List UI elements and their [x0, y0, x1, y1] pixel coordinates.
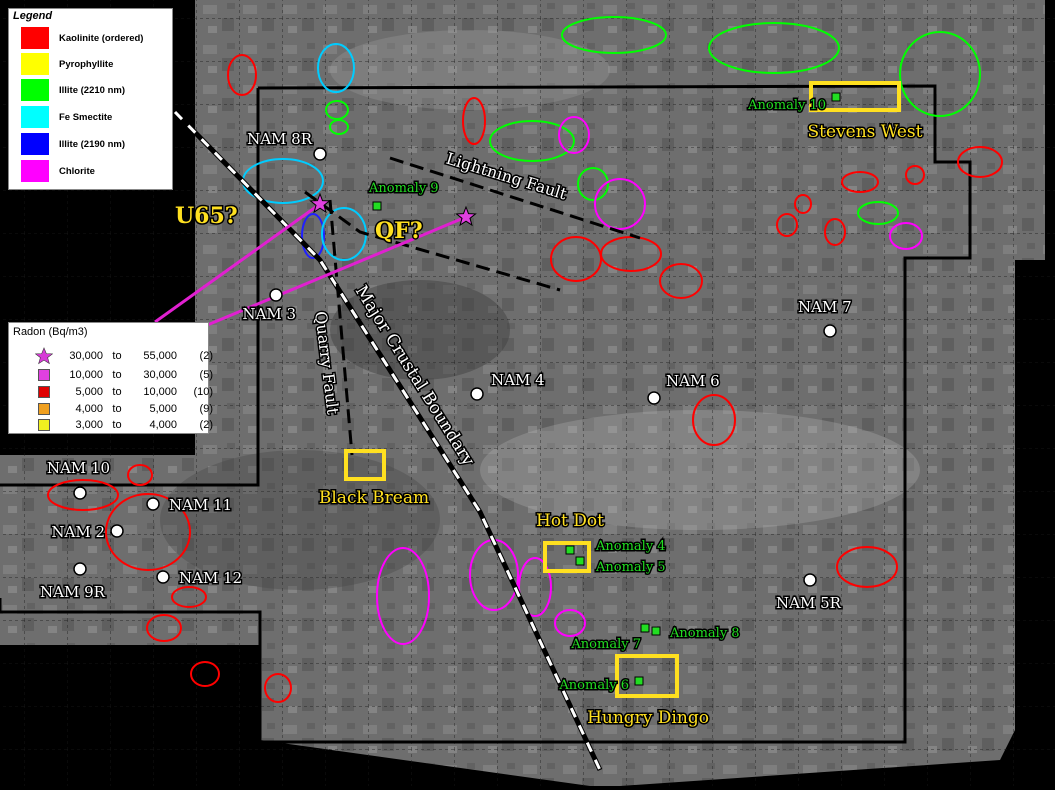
swatch-illite-2190: [21, 133, 49, 155]
drillhole-label: NAM 5R: [776, 594, 842, 612]
legend-item-fe-smectite: Fe Smectite: [21, 106, 112, 128]
square-icon: [38, 402, 50, 415]
radon-legend: Radon (Bq/m3) 30,000 to 55,000 (2) 10,000 to…: [8, 322, 213, 434]
drillhole-marker: [823, 324, 837, 338]
drillhole-label: NAM 6: [666, 372, 720, 390]
swatch-chlorite: [21, 160, 49, 182]
prospect-label: Stevens West: [808, 122, 923, 142]
drillhole-label: NAM 7: [798, 298, 852, 316]
drillhole-label: NAM 9R: [40, 583, 106, 601]
prospect-label: Hungry Dingo: [587, 708, 709, 728]
u65-label: U65?: [175, 203, 238, 229]
drillhole-marker: [647, 391, 661, 405]
drillhole-marker: [146, 497, 160, 511]
mineral-legend: Legend Kaolinite (ordered) Pyrophyllite …: [8, 8, 173, 190]
anomaly-label: Anomaly 6: [558, 678, 629, 693]
drillhole-marker: [269, 288, 283, 302]
drillhole-label: NAM 12: [179, 569, 242, 587]
drillhole-label: NAM 3: [242, 305, 296, 323]
square-icon: [38, 368, 50, 381]
drillhole-label: NAM 4: [491, 371, 545, 389]
swatch-illite-2210: [21, 79, 49, 101]
drillhole-marker: [156, 570, 170, 584]
anomaly-marker: [634, 676, 644, 686]
drillhole-label: NAM 2: [51, 523, 105, 541]
legend-title: Legend: [13, 10, 53, 22]
drillhole-marker: [470, 387, 484, 401]
drillhole-label: NAM 10: [47, 459, 110, 477]
square-icon: [38, 385, 50, 398]
star-icon: [31, 346, 57, 365]
swatch-fe-smectite: [21, 106, 49, 128]
anomaly-label: Anomaly 4: [595, 539, 666, 554]
prospect-label: Hot Dot: [536, 511, 604, 531]
anomaly-label: Anomaly 9: [368, 181, 439, 196]
radon-legend-title: Radon (Bq/m3): [13, 326, 88, 338]
drillhole-marker: [110, 524, 124, 538]
anomaly-label: Anomaly 7: [570, 637, 641, 652]
swatch-pyrophyllite: [21, 53, 49, 75]
radon-row-1: 30,000 to 55,000 (2): [31, 346, 213, 365]
legend-item-chlorite: Chlorite: [21, 160, 95, 182]
square-icon: [38, 418, 50, 431]
drillhole-marker: [73, 486, 87, 500]
swatch-kaolinite: [21, 27, 49, 49]
drillhole-label: NAM 8R: [247, 130, 313, 148]
anomaly-label: Anomaly 10: [747, 98, 826, 113]
legend-item-pyrophyllite: Pyrophyllite: [21, 53, 113, 75]
anomaly-label: Anomaly 8: [669, 626, 740, 641]
legend-item-illite-2210: Illite (2210 nm): [21, 79, 125, 101]
anomaly-marker: [831, 92, 841, 102]
radon-row-3: 5,000 to 10,000 (10): [31, 383, 213, 400]
qf-label: QF?: [375, 218, 423, 244]
legend-item-illite-2190: Illite (2190 nm): [21, 133, 125, 155]
anomaly-marker: [575, 556, 585, 566]
anomaly-marker: [651, 626, 661, 636]
drillhole-marker: [803, 573, 817, 587]
anomaly-marker: [640, 623, 650, 633]
drillhole-marker: [73, 562, 87, 576]
anomaly-marker: [565, 545, 575, 555]
radon-row-4: 4,000 to 5,000 (9): [31, 400, 213, 417]
prospect-label: Black Bream: [319, 488, 429, 508]
drillhole-marker: [313, 147, 327, 161]
legend-item-kaolinite: Kaolinite (ordered): [21, 27, 143, 49]
anomaly-label: Anomaly 5: [595, 560, 666, 575]
radon-row-5: 3,000 to 4,000 (2): [31, 416, 213, 433]
anomaly-marker: [372, 201, 382, 211]
radon-row-2: 10,000 to 30,000 (5): [31, 366, 213, 383]
drillhole-label: NAM 11: [169, 496, 232, 514]
